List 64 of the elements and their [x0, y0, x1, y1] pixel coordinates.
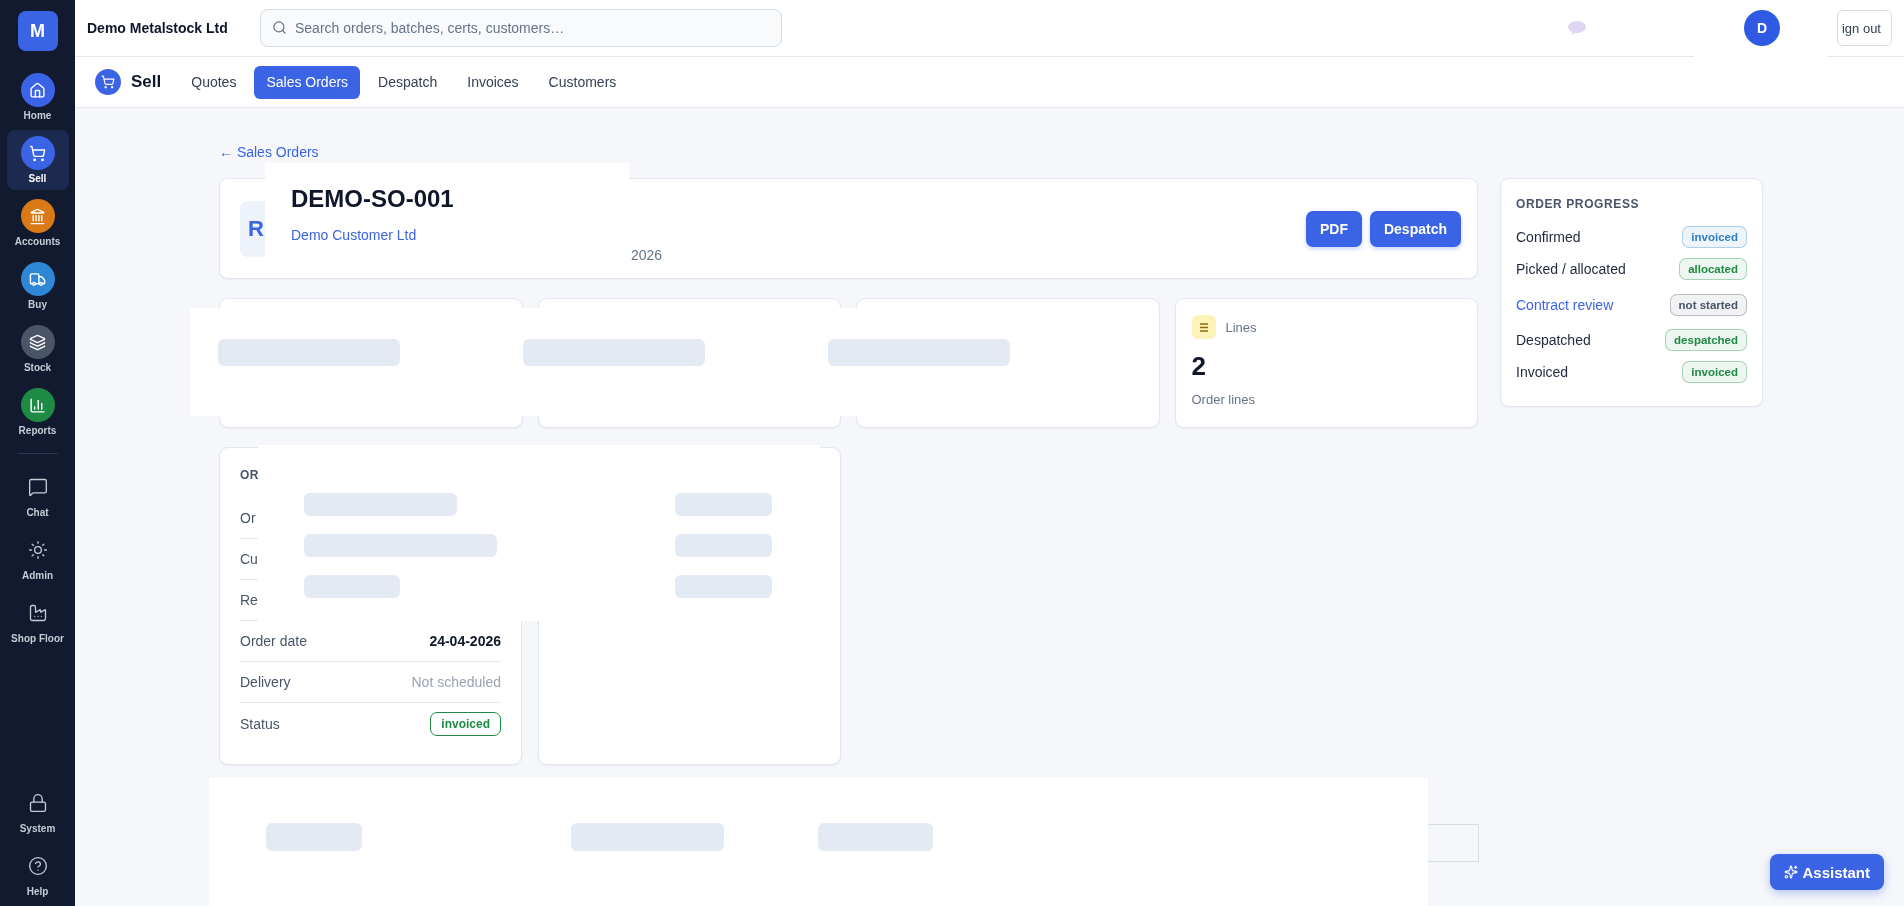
- sign-out-button[interactable]: ign out: [1836, 10, 1892, 46]
- stat-value: 2: [1191, 351, 1207, 382]
- progress-label: Invoiced: [1516, 364, 1569, 381]
- nav-icon: [27, 793, 48, 813]
- nav-tab[interactable]: Quotes: [179, 65, 249, 99]
- nav-icon: [27, 477, 48, 497]
- field-label: Or: [240, 510, 256, 526]
- sparkle-icon: [1784, 865, 1799, 879]
- field-value: 24-04-2026: [429, 633, 501, 649]
- nav-icon: [27, 540, 48, 560]
- sidebar-item[interactable]: Admin: [6, 527, 69, 587]
- sidebar-item[interactable]: Home: [6, 67, 69, 127]
- app-logo: M: [17, 11, 58, 51]
- progress-label: Picked / allocated: [1516, 260, 1626, 277]
- list-icon: [1191, 315, 1216, 339]
- sidebar-item[interactable]: Shop Floor: [6, 590, 69, 650]
- nav-icon: [27, 603, 48, 623]
- field-label: Order date: [240, 633, 307, 649]
- sidebar-item[interactable]: System: [6, 780, 69, 840]
- order-meta: 2026: [631, 246, 663, 263]
- sidebar-item[interactable]: Stock: [6, 319, 69, 379]
- sidebar-item[interactable]: Reports: [6, 382, 69, 442]
- sidebar-item[interactable]: Chat: [6, 464, 69, 524]
- status-badge: not started: [1669, 293, 1747, 316]
- field-label: Delivery: [240, 674, 291, 690]
- back-link[interactable]: ← Sales Orders: [219, 144, 319, 160]
- stat-label: Lines: [1225, 319, 1257, 335]
- status-badge: allocated: [1679, 257, 1747, 280]
- status-badge: invoiced: [1682, 225, 1747, 248]
- user-avatar[interactable]: D: [1744, 10, 1780, 46]
- card-title: ORDER PROGRESS: [1516, 197, 1641, 211]
- field-label: Re: [240, 592, 258, 608]
- search-icon: [272, 20, 287, 35]
- field-label: Cu: [240, 551, 258, 567]
- action-button[interactable]: Despatch: [1369, 210, 1461, 247]
- field-value: Not scheduled: [411, 674, 501, 690]
- nav-icon: [27, 856, 48, 876]
- nav-tab[interactable]: Invoices: [455, 65, 531, 99]
- card-title: OR: [240, 468, 260, 482]
- nav-tab[interactable]: Customers: [536, 65, 629, 99]
- chat-bubble-icon[interactable]: [1566, 20, 1587, 36]
- field-label: Status: [240, 715, 280, 732]
- stat-caption: Order lines: [1191, 392, 1257, 407]
- progress-link[interactable]: Contract review: [1516, 296, 1614, 313]
- sidebar-item[interactable]: Help: [6, 843, 69, 903]
- sidebar-item[interactable]: Accounts: [6, 193, 69, 253]
- nav-tab[interactable]: Despatch: [366, 65, 450, 99]
- status-badge: despatched: [1665, 329, 1747, 352]
- search-field[interactable]: Search orders, batches, certs, customers…: [260, 9, 782, 47]
- order-number: DEMO-SO-001: [291, 185, 454, 213]
- cart-icon: [95, 69, 121, 95]
- customer-link[interactable]: Demo Customer Ltd: [291, 227, 417, 243]
- section-title: Sell: [131, 72, 162, 92]
- company-name: Demo Metalstock Ltd: [87, 20, 229, 36]
- progress-label: Despatched: [1516, 332, 1591, 349]
- nav-tab[interactable]: Sales Orders: [254, 65, 361, 99]
- sidebar-item[interactable]: Buy: [6, 256, 69, 316]
- order-avatar: R: [240, 200, 266, 257]
- assistant-button[interactable]: Assistant: [1770, 854, 1884, 890]
- action-button[interactable]: PDF: [1305, 210, 1362, 247]
- sidebar-item[interactable]: Sell: [6, 130, 69, 190]
- status-badge: invoiced: [1682, 361, 1747, 384]
- status-badge: invoiced: [430, 711, 501, 736]
- progress-label: Confirmed: [1516, 228, 1581, 245]
